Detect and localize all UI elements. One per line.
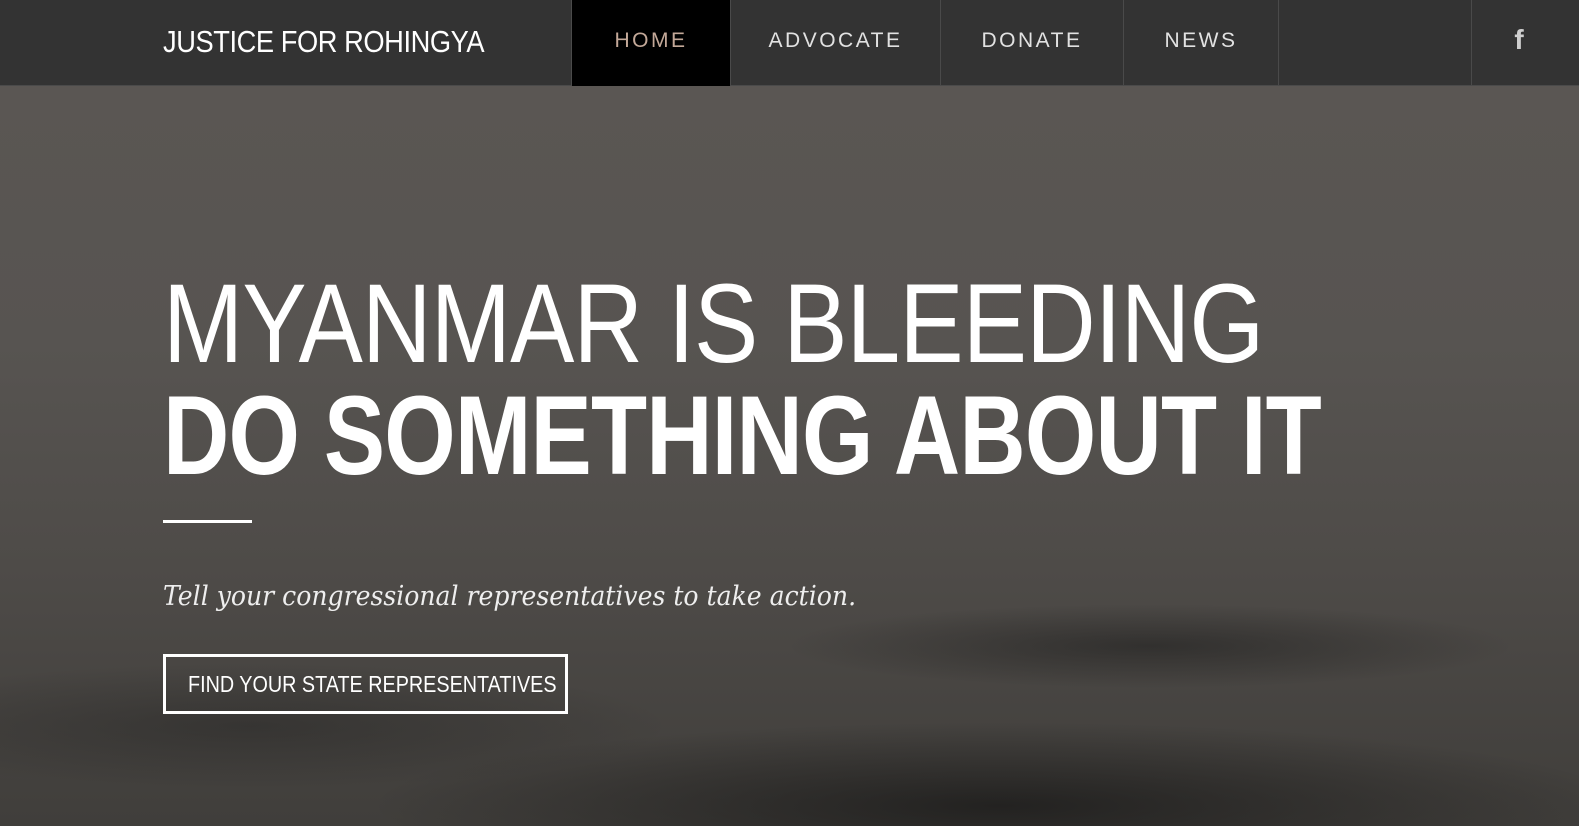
nav-item-advocate[interactable]: ADVOCATE [730, 0, 940, 86]
facebook-icon: f [1514, 24, 1524, 55]
cta-label: FIND YOUR STATE REPRESENTATIVES [188, 671, 557, 697]
site-brand-logo[interactable]: JUSTICE FOR ROHINGYA [163, 0, 485, 86]
top-navbar: JUSTICE FOR ROHINGYA HOME ADVOCATE DONAT… [0, 0, 1579, 86]
nav-item-home[interactable]: HOME [571, 0, 730, 86]
find-representatives-button[interactable]: FIND YOUR STATE REPRESENTATIVES [163, 654, 568, 714]
nav-item-news[interactable]: NEWS [1123, 0, 1279, 86]
hero-banner: MYANMAR IS BLEEDING DO SOMETHING ABOUT I… [0, 86, 1579, 826]
hero-headline-secondary: DO SOMETHING ABOUT IT [163, 373, 1322, 498]
nav-item-donate[interactable]: DONATE [940, 0, 1123, 86]
hero-tagline: Tell your congressional representatives … [163, 581, 857, 612]
hero-headline-primary: MYANMAR IS BLEEDING [163, 261, 1264, 386]
page: JUSTICE FOR ROHINGYA HOME ADVOCATE DONAT… [0, 0, 1579, 826]
hero-divider [163, 520, 252, 523]
facebook-link[interactable]: f [1471, 0, 1579, 86]
